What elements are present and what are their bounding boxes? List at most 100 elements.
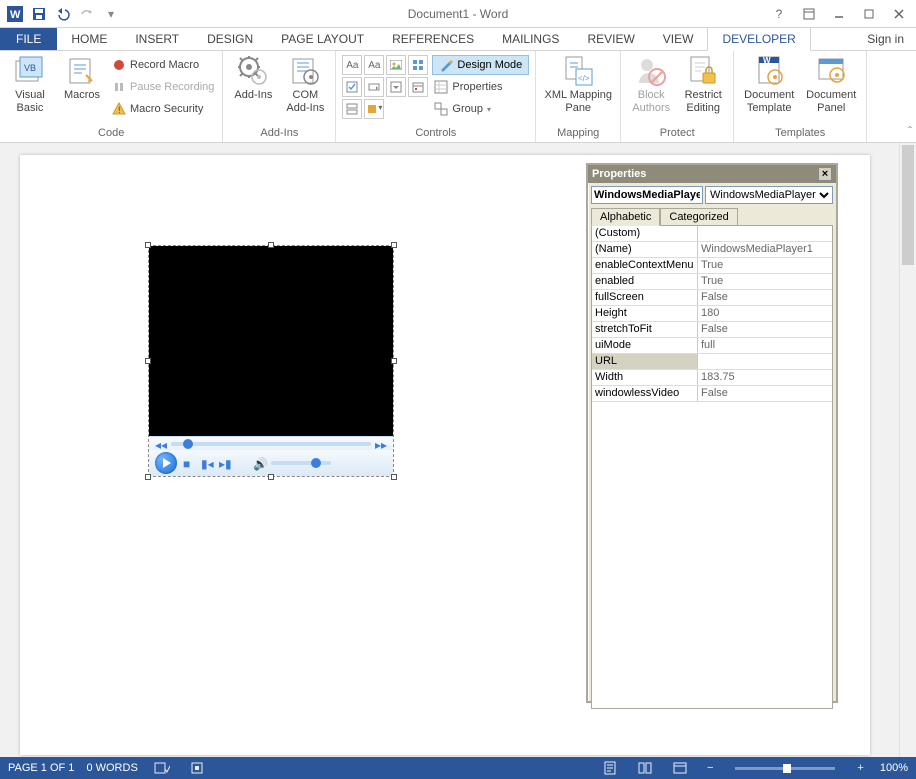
stop-icon[interactable]: ■: [183, 457, 195, 469]
tab-home[interactable]: HOME: [57, 28, 121, 50]
xml-mapping-icon: </>: [562, 55, 594, 87]
seek-slider[interactable]: [171, 442, 371, 446]
status-bar: PAGE 1 OF 1 0 WORDS − + 100%: [0, 757, 916, 779]
properties-title-bar[interactable]: Properties ×: [588, 165, 836, 183]
object-type-select[interactable]: WindowsMediaPlayer: [705, 186, 833, 204]
close-button[interactable]: [886, 4, 912, 24]
pause-label: Pause Recording: [130, 81, 214, 93]
tab-file[interactable]: FILE: [0, 28, 57, 50]
control-datepicker[interactable]: [408, 77, 428, 97]
forward-icon[interactable]: ▸▸: [375, 438, 387, 450]
next-icon[interactable]: ▸▮: [219, 457, 231, 469]
tab-page-layout[interactable]: PAGE LAYOUT: [267, 28, 378, 50]
zoom-out-button[interactable]: −: [703, 762, 717, 774]
properties-window[interactable]: Properties × WindowsMediaPlayer Alphabet…: [586, 163, 838, 703]
control-richtext[interactable]: Aa: [342, 55, 362, 75]
macro-security-button[interactable]: !Macro Security: [110, 99, 216, 119]
macros-icon: [66, 55, 98, 87]
properties-button[interactable]: Properties: [432, 77, 529, 97]
prev-icon[interactable]: ▮◂: [201, 457, 213, 469]
record-label: Record Macro: [130, 59, 199, 71]
restrict-editing-button[interactable]: Restrict Editing: [679, 53, 727, 114]
tab-alphabetic[interactable]: Alphabetic: [591, 208, 660, 226]
tab-view[interactable]: VIEW: [649, 28, 708, 50]
tab-insert[interactable]: INSERT: [121, 28, 193, 50]
sign-in-link[interactable]: Sign in: [867, 32, 904, 46]
page[interactable]: ◂◂ ▸▸ ■ ▮◂ ▸▮ 🔊 Properties × Win: [20, 155, 870, 755]
read-mode-icon[interactable]: [633, 761, 657, 775]
group-addins: Add-Ins COM Add-Ins Add-Ins: [223, 51, 336, 142]
resize-handle-ne[interactable]: [391, 242, 397, 248]
spellcheck-icon[interactable]: [150, 761, 174, 775]
document-template-button[interactable]: W Document Template: [740, 53, 798, 114]
tab-categorized[interactable]: Categorized: [660, 208, 737, 226]
com-addins-button[interactable]: COM Add-Ins: [281, 53, 329, 114]
ribbon-options-button[interactable]: [796, 4, 822, 24]
resize-handle-sw[interactable]: [145, 474, 151, 480]
group-code-label: Code: [6, 125, 216, 142]
play-button[interactable]: [155, 452, 177, 474]
control-plaintext[interactable]: Aa: [364, 55, 384, 75]
com-addins-label: COM Add-Ins: [286, 89, 324, 114]
maximize-button[interactable]: [856, 4, 882, 24]
media-player-control[interactable]: ◂◂ ▸▸ ■ ▮◂ ▸▮ 🔊: [148, 245, 394, 477]
svg-text:</>: </>: [578, 74, 590, 83]
group-templates: W Document Template Document Panel Templ…: [734, 51, 867, 142]
resize-handle-n[interactable]: [268, 242, 274, 248]
rewind-icon[interactable]: ◂◂: [155, 438, 167, 450]
redo-button[interactable]: [76, 3, 98, 25]
control-buildingblock[interactable]: [408, 55, 428, 75]
word-count[interactable]: 0 WORDS: [86, 762, 137, 774]
visual-basic-label: Visual Basic: [15, 89, 45, 114]
tab-review[interactable]: REVIEW: [573, 28, 648, 50]
minimize-button[interactable]: [826, 4, 852, 24]
resize-handle-se[interactable]: [391, 474, 397, 480]
zoom-in-button[interactable]: +: [853, 762, 867, 774]
macros-button[interactable]: Macros: [58, 53, 106, 102]
web-layout-icon[interactable]: [669, 761, 691, 775]
zoom-level[interactable]: 100%: [880, 762, 908, 774]
object-name-field[interactable]: [591, 186, 703, 204]
design-mode-label: Design Mode: [457, 59, 522, 71]
resize-handle-e[interactable]: [391, 358, 397, 364]
resize-handle-nw[interactable]: [145, 242, 151, 248]
tab-references[interactable]: REFERENCES: [378, 28, 488, 50]
property-row: fullScreenFalse: [592, 290, 832, 306]
tab-mailings[interactable]: MAILINGS: [488, 28, 573, 50]
pause-icon: [112, 80, 126, 94]
visual-basic-button[interactable]: VB Visual Basic: [6, 53, 54, 114]
control-checkbox[interactable]: [342, 77, 362, 97]
document-panel-button[interactable]: Document Panel: [802, 53, 860, 114]
control-dropdown[interactable]: [386, 77, 406, 97]
tab-developer[interactable]: DEVELOPER: [707, 27, 810, 51]
scrollbar-thumb[interactable]: [902, 145, 914, 265]
control-picture[interactable]: [386, 55, 406, 75]
properties-close-icon[interactable]: ×: [818, 167, 832, 181]
vertical-scrollbar[interactable]: [899, 143, 916, 757]
xml-mapping-button[interactable]: </> XML Mapping Pane: [542, 53, 614, 114]
control-repeating[interactable]: [342, 99, 362, 119]
print-layout-icon[interactable]: [599, 761, 621, 775]
tab-design[interactable]: DESIGN: [193, 28, 267, 50]
undo-button[interactable]: [52, 3, 74, 25]
control-legacy[interactable]: ▾: [364, 99, 384, 119]
save-button[interactable]: [28, 3, 50, 25]
group-button[interactable]: Group▾: [432, 99, 529, 119]
page-indicator[interactable]: PAGE 1 OF 1: [8, 762, 74, 774]
seek-bar[interactable]: ◂◂ ▸▸: [149, 436, 393, 450]
properties-grid[interactable]: (Custom) (Name)WindowsMediaPlayer1 enabl…: [591, 225, 833, 709]
zoom-slider[interactable]: [735, 767, 835, 770]
collapse-ribbon-icon[interactable]: ˆ: [908, 124, 912, 138]
control-combobox[interactable]: [364, 77, 384, 97]
resize-handle-w[interactable]: [145, 358, 151, 364]
design-mode-button[interactable]: Design Mode: [432, 55, 529, 75]
qat-customize-icon[interactable]: ▾: [100, 3, 122, 25]
help-button[interactable]: ?: [766, 4, 792, 24]
macro-recording-icon[interactable]: [186, 761, 208, 775]
resize-handle-s[interactable]: [268, 474, 274, 480]
addins-button[interactable]: Add-Ins: [229, 53, 277, 102]
record-macro-button[interactable]: Record Macro: [110, 55, 216, 75]
volume-slider[interactable]: [271, 461, 331, 465]
mute-icon[interactable]: 🔊: [253, 457, 265, 469]
block-authors-button: Block Authors: [627, 53, 675, 114]
